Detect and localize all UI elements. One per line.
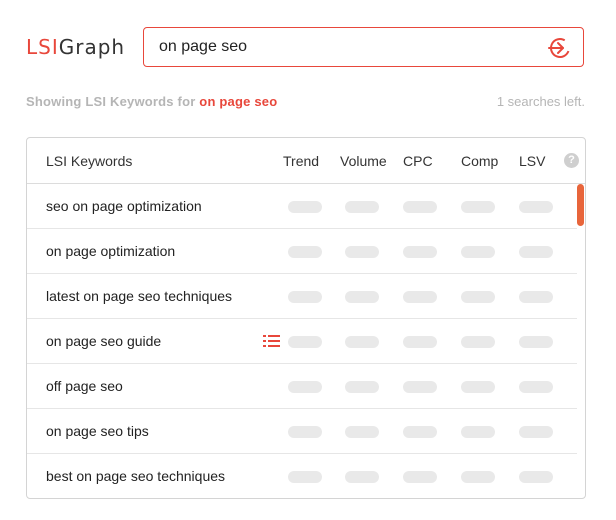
- cpc-placeholder: [403, 336, 437, 348]
- keyword-cell[interactable]: latest on page seo techniques: [46, 288, 232, 304]
- trend-placeholder: [288, 471, 322, 483]
- cpc-placeholder: [403, 291, 437, 303]
- logo-graph-text: Graph: [58, 35, 126, 59]
- volume-placeholder: [345, 471, 379, 483]
- volume-placeholder: [345, 201, 379, 213]
- trend-placeholder: [288, 201, 322, 213]
- lsv-placeholder: [519, 336, 553, 348]
- table-row[interactable]: on page seo guide: [27, 319, 577, 364]
- comp-placeholder: [461, 336, 495, 348]
- volume-placeholder: [345, 426, 379, 438]
- header-trend[interactable]: Trend: [283, 153, 319, 169]
- results-panel: LSI Keywords Trend Volume CPC Comp LSV ?…: [26, 137, 586, 499]
- scrollbar-track[interactable]: [577, 184, 585, 498]
- lsv-placeholder: [519, 291, 553, 303]
- scrollbar-thumb[interactable]: [577, 184, 584, 226]
- lsv-placeholder: [519, 246, 553, 258]
- comp-placeholder: [461, 246, 495, 258]
- header-cpc[interactable]: CPC: [403, 153, 433, 169]
- keyword-cell[interactable]: seo on page optimization: [46, 198, 202, 214]
- table-row[interactable]: off page seo: [27, 364, 577, 409]
- cpc-placeholder: [403, 246, 437, 258]
- keyword-cell[interactable]: best on page seo techniques: [46, 468, 225, 484]
- cpc-placeholder: [403, 471, 437, 483]
- table-row[interactable]: latest on page seo techniques: [27, 274, 577, 319]
- header-lsv[interactable]: LSV: [519, 153, 545, 169]
- cpc-placeholder: [403, 201, 437, 213]
- volume-placeholder: [345, 336, 379, 348]
- header-comp[interactable]: Comp: [461, 153, 498, 169]
- table-row[interactable]: on page seo tips: [27, 409, 577, 454]
- table-row[interactable]: best on page seo techniques: [27, 454, 577, 498]
- logo-lsi-text: LSI: [26, 35, 59, 59]
- keyword-cell[interactable]: off page seo: [46, 378, 123, 394]
- lsv-placeholder: [519, 471, 553, 483]
- trend-placeholder: [288, 336, 322, 348]
- comp-placeholder: [461, 201, 495, 213]
- showing-keyword: on page seo: [199, 94, 278, 109]
- cpc-placeholder: [403, 381, 437, 393]
- lsv-placeholder: [519, 426, 553, 438]
- help-icon[interactable]: ?: [564, 153, 579, 168]
- volume-placeholder: [345, 246, 379, 258]
- table-header: LSI Keywords Trend Volume CPC Comp LSV ?: [27, 138, 585, 184]
- cpc-placeholder: [403, 426, 437, 438]
- comp-placeholder: [461, 291, 495, 303]
- search-box: [143, 27, 584, 67]
- header-volume[interactable]: Volume: [340, 153, 387, 169]
- keyword-cell[interactable]: on page optimization: [46, 243, 175, 259]
- showing-label: Showing LSI Keywords for on page seo: [26, 94, 277, 109]
- lsv-placeholder: [519, 381, 553, 393]
- comp-placeholder: [461, 381, 495, 393]
- trend-placeholder: [288, 246, 322, 258]
- keyword-rows: seo on page optimization on page optimiz…: [27, 184, 577, 498]
- trend-placeholder: [288, 381, 322, 393]
- volume-placeholder: [345, 291, 379, 303]
- showing-prefix: Showing LSI Keywords for: [26, 94, 196, 109]
- keyword-cell[interactable]: on page seo tips: [46, 423, 149, 439]
- searches-left-text: 1 searches left.: [496, 94, 585, 109]
- volume-placeholder: [345, 381, 379, 393]
- trend-placeholder: [288, 291, 322, 303]
- table-row[interactable]: on page optimization: [27, 229, 577, 274]
- logo[interactable]: LSIGraph: [26, 35, 125, 59]
- sign-in-arrow-icon[interactable]: [547, 37, 571, 59]
- table-row[interactable]: seo on page optimization: [27, 184, 577, 229]
- lsv-placeholder: [519, 201, 553, 213]
- keyword-cell[interactable]: on page seo guide: [46, 333, 161, 349]
- search-input[interactable]: [159, 28, 529, 66]
- header-lsi-keywords: LSI Keywords: [46, 153, 133, 169]
- trend-placeholder: [288, 426, 322, 438]
- list-icon[interactable]: [263, 334, 280, 348]
- comp-placeholder: [461, 471, 495, 483]
- comp-placeholder: [461, 426, 495, 438]
